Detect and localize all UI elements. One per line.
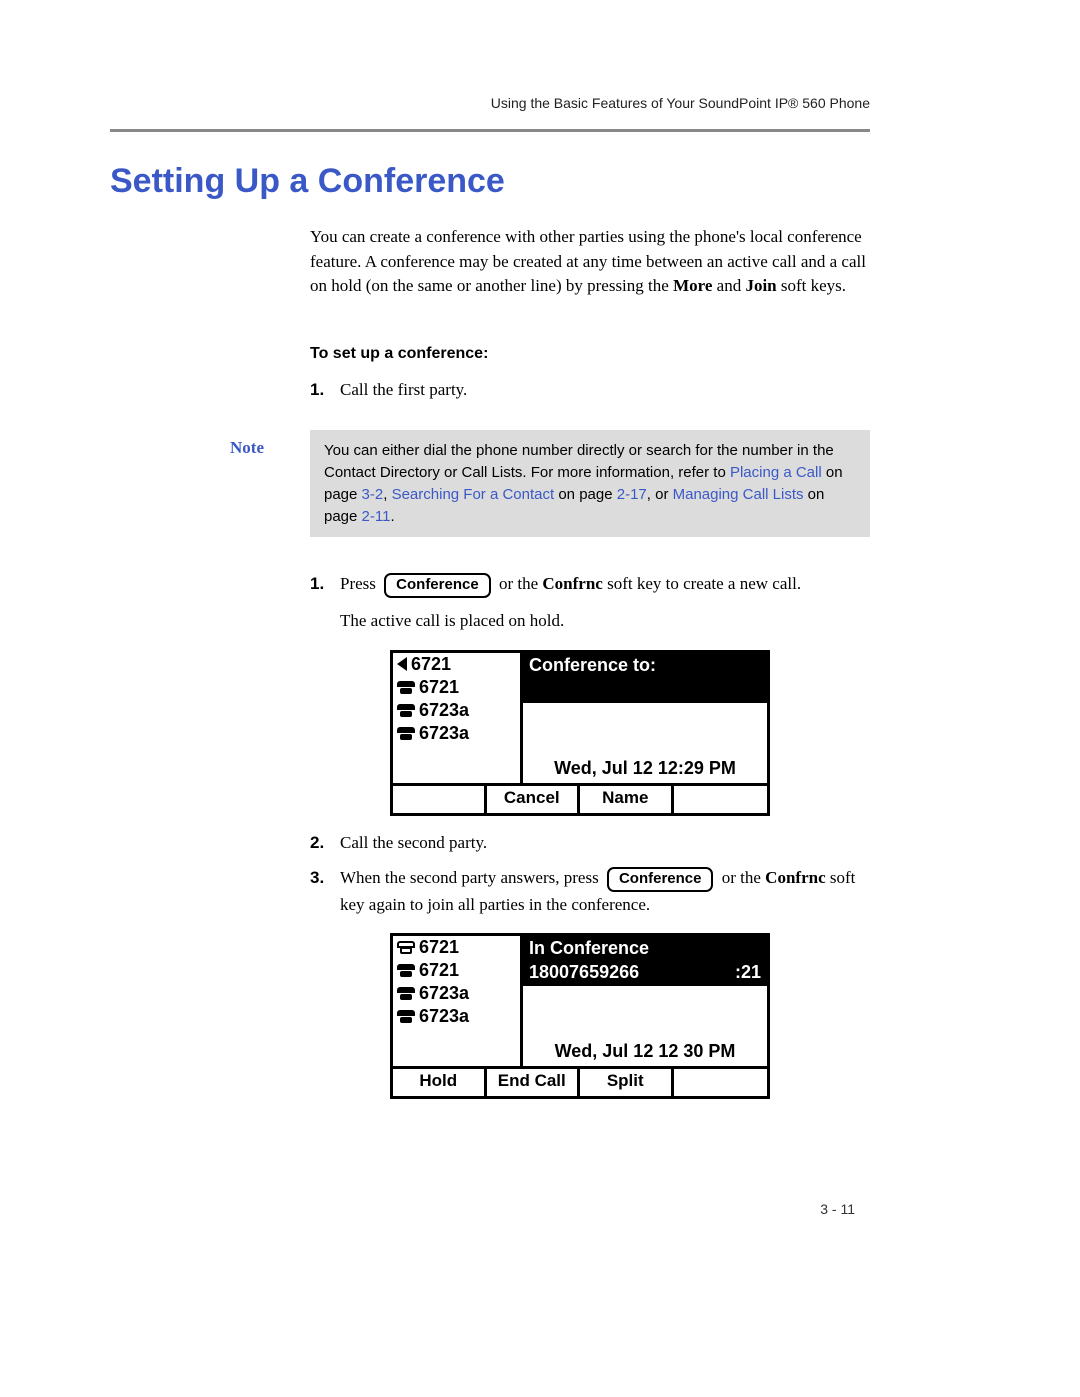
step-2: 2. Call the second party. bbox=[310, 830, 870, 856]
step-num: 2. bbox=[310, 830, 340, 856]
line-label: 6721 bbox=[419, 677, 459, 698]
line-label: 6723a bbox=[419, 723, 469, 744]
text: or the bbox=[717, 868, 765, 887]
screen-title: In Conference bbox=[523, 936, 767, 960]
text: Press bbox=[340, 574, 380, 593]
phone-icon bbox=[397, 681, 415, 694]
line-label: 6721 bbox=[419, 960, 459, 981]
join-key: Join bbox=[745, 276, 776, 295]
note-text: . bbox=[390, 508, 394, 525]
step-text: Call the first party. bbox=[340, 377, 870, 403]
softkey bbox=[393, 786, 487, 813]
screen-title: Conference to: bbox=[523, 653, 767, 677]
softkey bbox=[674, 1069, 768, 1096]
phone-screen-1: 6721 6721 6723a 6723a Conference to: Wed… bbox=[390, 650, 770, 816]
line-key: 6721 bbox=[393, 959, 520, 982]
triangle-left-icon bbox=[397, 657, 407, 671]
link-searching-contact[interactable]: Searching For a Contact bbox=[392, 486, 555, 503]
page-ref-2[interactable]: 2-17 bbox=[617, 486, 647, 503]
screen-datetime: Wed, Jul 12 12:29 PM bbox=[523, 758, 767, 779]
text: soft key to create a new call. bbox=[603, 574, 801, 593]
line-key: 6723a bbox=[393, 699, 520, 722]
line-key: 6721 bbox=[393, 653, 520, 676]
conference-button: Conference bbox=[607, 867, 714, 892]
link-placing-call[interactable]: Placing a Call bbox=[730, 464, 822, 481]
step-text: Press Conference or the Confrnc soft key… bbox=[340, 571, 870, 598]
line-label: 6721 bbox=[411, 654, 451, 675]
softkey-name: Name bbox=[580, 786, 674, 813]
note-text: , bbox=[383, 486, 391, 503]
step-3: 3. When the second party answers, press … bbox=[310, 865, 870, 917]
edit-left: 18007659266 bbox=[529, 962, 639, 984]
followup-text: The active call is placed on hold. bbox=[340, 608, 870, 634]
subhead: To set up a conference: bbox=[310, 345, 870, 363]
softkey-endcall: End Call bbox=[487, 1069, 581, 1096]
step-num: 1. bbox=[310, 571, 340, 597]
note-block: Note You can either dial the phone numbe… bbox=[230, 430, 870, 537]
step-num: 3. bbox=[310, 865, 340, 891]
line-key: 6723a bbox=[393, 722, 520, 745]
confrnc-key: Confrnc bbox=[542, 574, 602, 593]
softkeys: Hold End Call Split bbox=[393, 1066, 767, 1096]
intro-and: and bbox=[712, 276, 745, 295]
phone-outline-icon bbox=[397, 941, 415, 954]
line-keys: 6721 6721 6723a 6723a bbox=[393, 653, 523, 783]
phone-icon bbox=[397, 964, 415, 977]
step-text: When the second party answers, press Con… bbox=[340, 865, 870, 917]
screen-datetime: Wed, Jul 12 12 30 PM bbox=[523, 1041, 767, 1062]
note-text: , or bbox=[647, 486, 673, 503]
phone-icon bbox=[397, 1010, 415, 1023]
page-number: 3 - 11 bbox=[820, 1201, 855, 1217]
softkey-split: Split bbox=[580, 1069, 674, 1096]
line-label: 6721 bbox=[419, 937, 459, 958]
line-key: 6723a bbox=[393, 982, 520, 1005]
line-label: 6723a bbox=[419, 1006, 469, 1027]
line-label: 6723a bbox=[419, 983, 469, 1004]
line-key: 6723a bbox=[393, 1005, 520, 1028]
line-key: 6721 bbox=[393, 676, 520, 699]
note-text: on page bbox=[554, 486, 617, 503]
page-ref-1[interactable]: 3-2 bbox=[362, 486, 384, 503]
step-num: 1. bbox=[310, 377, 340, 403]
line-keys: 6721 6721 6723a 6723a bbox=[393, 936, 523, 1066]
softkey-cancel: Cancel bbox=[487, 786, 581, 813]
intro-paragraph: You can create a conference with other p… bbox=[310, 225, 870, 299]
more-key: More bbox=[673, 276, 712, 295]
text: When the second party answers, press bbox=[340, 868, 603, 887]
edit-right: :21 bbox=[735, 962, 761, 984]
link-managing-call-lists[interactable]: Managing Call Lists bbox=[673, 486, 804, 503]
phone-icon bbox=[397, 987, 415, 1000]
page-title: Setting Up a Conference bbox=[110, 162, 870, 201]
step-text: Call the second party. bbox=[340, 830, 870, 856]
softkey-hold: Hold bbox=[393, 1069, 487, 1096]
screen-editbox: 18007659266 :21 bbox=[523, 960, 767, 986]
conference-button: Conference bbox=[384, 573, 491, 598]
note-label: Note bbox=[230, 430, 310, 537]
note-body: You can either dial the phone number dir… bbox=[310, 430, 870, 537]
intro-tail: soft keys. bbox=[777, 276, 846, 295]
header-rule bbox=[110, 129, 870, 132]
softkeys: Cancel Name bbox=[393, 783, 767, 813]
line-label: 6723a bbox=[419, 700, 469, 721]
running-head: Using the Basic Features of Your SoundPo… bbox=[110, 95, 870, 111]
step-1b: 1. Press Conference or the Confrnc soft … bbox=[310, 571, 870, 598]
line-key: 6721 bbox=[393, 936, 520, 959]
softkey bbox=[674, 786, 768, 813]
phone-icon bbox=[397, 727, 415, 740]
screen-editbox bbox=[523, 677, 767, 703]
step-1: 1. Call the first party. bbox=[310, 377, 870, 403]
confrnc-key: Confrnc bbox=[765, 868, 825, 887]
page-ref-3[interactable]: 2-11 bbox=[362, 508, 391, 525]
text: or the bbox=[495, 574, 543, 593]
phone-icon bbox=[397, 704, 415, 717]
phone-screen-2: 6721 6721 6723a 6723a In Conference 1800… bbox=[390, 933, 770, 1099]
